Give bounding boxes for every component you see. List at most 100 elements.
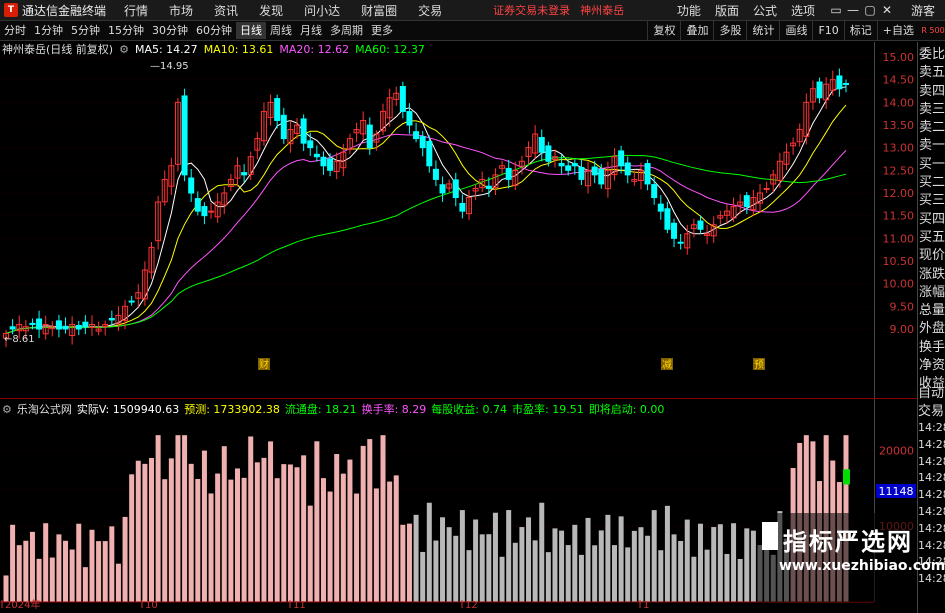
menu-ask[interactable]: 问小达 xyxy=(304,2,340,19)
tool-f10[interactable]: F10 xyxy=(812,21,843,40)
tool-mark[interactable]: 标记 xyxy=(843,21,877,40)
tool-add-watchlist[interactable]: +自选 xyxy=(876,21,919,40)
tab-timeshare[interactable]: 分时 xyxy=(0,22,30,39)
tool-multistock[interactable]: 多股 xyxy=(713,21,746,40)
volume-bar xyxy=(96,541,102,602)
side-item-buy5[interactable]: 买五 xyxy=(918,229,945,247)
side-item-outer[interactable]: 外盘 xyxy=(918,320,945,338)
candle-body xyxy=(505,167,512,180)
menu-function[interactable]: 功能 xyxy=(677,2,701,19)
indicator-settings-icon[interactable]: ⚙ xyxy=(2,403,12,416)
volume-bar xyxy=(314,441,320,602)
side-item-price[interactable]: 现价 xyxy=(918,247,945,265)
volume-bar xyxy=(539,502,545,602)
tab-more[interactable]: 更多 xyxy=(367,22,397,39)
volume-bar xyxy=(188,463,194,602)
volume-bar xyxy=(433,540,439,602)
side-item-sell2[interactable]: 卖二 xyxy=(918,119,945,137)
candle-body xyxy=(300,118,307,144)
volume-bar xyxy=(519,527,525,602)
price-tick-label: 13.50 xyxy=(883,119,915,132)
auto-trade-line2[interactable]: 交易 xyxy=(917,403,945,421)
volume-bar xyxy=(387,481,393,602)
candle-body xyxy=(313,153,320,158)
tab-60min[interactable]: 60分钟 xyxy=(192,22,236,39)
tick-time: 14:28 xyxy=(918,454,945,468)
side-item-sell5[interactable]: 卖五 xyxy=(918,64,945,82)
menu-trade[interactable]: 交易 xyxy=(418,2,442,19)
auto-trade-line1[interactable]: 自动 xyxy=(917,385,945,403)
volume-bar xyxy=(56,534,62,602)
tab-15min[interactable]: 15分钟 xyxy=(104,22,148,39)
tab-daily[interactable]: 日线 xyxy=(236,22,266,39)
candle-body xyxy=(624,162,631,176)
maximize-icon[interactable]: ▢ xyxy=(863,3,877,17)
tool-stats[interactable]: 统计 xyxy=(746,21,779,40)
x-axis-label: 10 xyxy=(145,600,158,609)
side-item-sell4[interactable]: 卖四 xyxy=(918,83,945,101)
menu-market[interactable]: 市场 xyxy=(169,2,193,19)
menu-formula[interactable]: 公式 xyxy=(753,2,777,19)
side-item-volume[interactable]: 总量 xyxy=(918,302,945,320)
candle-body xyxy=(320,156,327,167)
tick-time: 14:28 xyxy=(918,421,945,434)
tool-draw[interactable]: 画线 xyxy=(779,21,812,40)
volume-bar xyxy=(492,512,498,602)
volume-bar xyxy=(684,519,690,602)
tab-1min[interactable]: 1分钟 xyxy=(30,22,67,39)
volume-bar xyxy=(486,534,492,602)
ma60-label: MA60: 12.37 xyxy=(355,42,425,56)
restore-icon[interactable]: ▭ xyxy=(829,3,843,17)
side-item-buy4[interactable]: 买四 xyxy=(918,211,945,229)
close-icon[interactable]: ✕ xyxy=(880,3,894,17)
candle-body xyxy=(843,83,849,86)
volume-bar xyxy=(651,510,657,602)
side-item-change-pct[interactable]: 涨幅 xyxy=(918,284,945,302)
side-item-sell1[interactable]: 卖一 xyxy=(918,137,945,155)
candle-body xyxy=(75,324,82,330)
side-item-buy2[interactable]: 买二 xyxy=(918,174,945,192)
volume-bar xyxy=(671,534,677,602)
user-guest[interactable]: 游客 xyxy=(911,2,935,19)
volume-bar xyxy=(228,479,234,602)
volume-bar xyxy=(367,439,373,602)
auto-trade[interactable]: 自动 交易 xyxy=(917,385,945,422)
settings-icon[interactable]: ⚙ xyxy=(119,43,129,56)
tick-time: 14:28 xyxy=(918,437,945,451)
volume-bar xyxy=(440,517,446,602)
tab-5min[interactable]: 5分钟 xyxy=(67,22,104,39)
minimize-icon[interactable]: — xyxy=(846,3,860,17)
candle-body xyxy=(664,208,671,230)
toolbar-right: 复权 叠加 多股 统计 画线 F10 标记 +自选 R 500 xyxy=(647,21,945,40)
tab-weekly[interactable]: 周线 xyxy=(266,22,296,39)
side-item-turnover[interactable]: 换手 xyxy=(918,339,945,357)
side-item-change[interactable]: 涨跌 xyxy=(918,266,945,284)
tool-adjust[interactable]: 复权 xyxy=(647,21,680,40)
menu-wealth[interactable]: 财富圈 xyxy=(361,2,397,19)
menu-discover[interactable]: 发现 xyxy=(259,2,283,19)
menu-options[interactable]: 选项 xyxy=(791,2,815,19)
login-notice[interactable]: 证券交易未登录 xyxy=(493,2,570,18)
menu-layout[interactable]: 版面 xyxy=(715,2,739,19)
candle-body xyxy=(816,81,823,99)
indicator-name[interactable]: 乐淘公式网 xyxy=(17,401,72,417)
side-item-sell3[interactable]: 卖三 xyxy=(918,101,945,119)
current-volume-value: 11148 xyxy=(879,485,914,498)
candle-body xyxy=(9,326,16,330)
volume-bar xyxy=(221,446,227,602)
menu-quotes[interactable]: 行情 xyxy=(124,2,148,19)
price-tick-label: 12.00 xyxy=(883,187,915,200)
side-item-netasset[interactable]: 净资 xyxy=(918,357,945,375)
tab-monthly[interactable]: 月线 xyxy=(296,22,326,39)
volume-bar xyxy=(406,523,412,602)
tab-30min[interactable]: 30分钟 xyxy=(148,22,192,39)
side-item-buy3[interactable]: 买三 xyxy=(918,192,945,210)
side-item-buy1[interactable]: 买一 xyxy=(918,156,945,174)
volume-bar xyxy=(373,488,379,602)
candle-body xyxy=(657,203,664,212)
menu-news[interactable]: 资讯 xyxy=(214,2,238,19)
tool-overlay[interactable]: 叠加 xyxy=(680,21,713,40)
volume-bar xyxy=(307,505,313,602)
tab-multiperiod[interactable]: 多周期 xyxy=(326,22,367,39)
side-item-weibi[interactable]: 委比 xyxy=(918,46,945,64)
